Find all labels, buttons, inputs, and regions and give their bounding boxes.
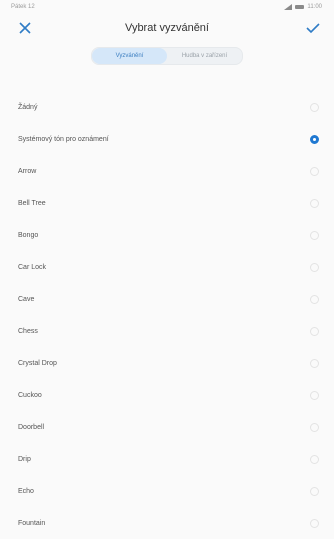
ringtone-label: Žádný <box>18 103 38 111</box>
list-item[interactable]: Chess <box>0 315 334 347</box>
battery-icon <box>295 5 305 9</box>
status-icons: 11:00 <box>282 4 322 10</box>
radio-button[interactable] <box>310 326 319 336</box>
ringtone-label: Fountain <box>18 519 46 527</box>
radio-button[interactable] <box>310 294 319 304</box>
ringtone-label: Car Lock <box>18 263 47 271</box>
ringtone-label: Cave <box>18 295 35 303</box>
close-icon[interactable] <box>16 19 34 37</box>
list-item[interactable]: Cuckoo <box>0 379 334 411</box>
check-icon[interactable] <box>304 19 322 37</box>
ringtone-label: Crystal Drop <box>18 359 57 367</box>
ringtone-label: Doorbell <box>18 423 45 431</box>
radio-button[interactable] <box>310 518 319 528</box>
list-item[interactable]: Car Lock <box>0 251 334 283</box>
status-clock: 11:00 <box>307 4 322 10</box>
status-bar: Pátek 12 11:00 <box>0 0 334 14</box>
radio-button[interactable] <box>310 198 319 208</box>
list-item[interactable]: Cave <box>0 283 334 315</box>
ringtone-label: Chess <box>18 327 38 335</box>
tab-bar: Vyzvánění Hudba v zařízení <box>91 47 243 65</box>
radio-button[interactable] <box>310 486 319 496</box>
list-item[interactable]: Doorbell <box>0 411 334 443</box>
ringtone-label: Cuckoo <box>18 391 42 399</box>
list-item[interactable]: Žádný <box>0 91 334 123</box>
radio-button[interactable] <box>310 390 319 400</box>
list-item[interactable]: Echo <box>0 475 334 507</box>
list-item[interactable]: Bongo <box>0 219 334 251</box>
ringtone-label: Bongo <box>18 231 39 239</box>
ringtone-list: Žádný Systémový tón pro oznámení Arrow Bell… <box>0 91 334 539</box>
radio-button[interactable] <box>310 230 319 240</box>
ringtone-label: Bell Tree <box>18 199 46 207</box>
radio-button[interactable] <box>310 262 319 272</box>
list-item[interactable]: Arrow <box>0 155 334 187</box>
radio-button[interactable] <box>310 454 319 464</box>
list-item[interactable]: Systémový tón pro oznámení <box>0 123 334 155</box>
ringtone-label: Systémový tón pro oznámení <box>18 135 109 143</box>
radio-button[interactable] <box>310 422 319 432</box>
list-item[interactable]: Drip <box>0 443 334 475</box>
tab-device-music[interactable]: Hudba v zařízení <box>167 48 242 64</box>
list-item[interactable]: Fountain <box>0 507 334 539</box>
header: Vybrat vyzvánění <box>0 14 334 42</box>
list-item[interactable]: Bell Tree <box>0 187 334 219</box>
ringtone-label: Drip <box>18 455 31 463</box>
ringtone-label: Echo <box>18 487 34 495</box>
list-item[interactable]: Crystal Drop <box>0 347 334 379</box>
radio-button[interactable] <box>310 102 319 112</box>
signal-icon <box>282 4 293 10</box>
tab-ringtones[interactable]: Vyzvánění <box>92 48 167 64</box>
radio-button[interactable] <box>310 134 319 144</box>
page-title: Vybrat vyzvánění <box>125 22 209 34</box>
radio-button[interactable] <box>310 358 319 368</box>
ringtone-label: Arrow <box>18 167 37 175</box>
status-date: Pátek 12 <box>11 4 35 10</box>
radio-button[interactable] <box>310 166 319 176</box>
